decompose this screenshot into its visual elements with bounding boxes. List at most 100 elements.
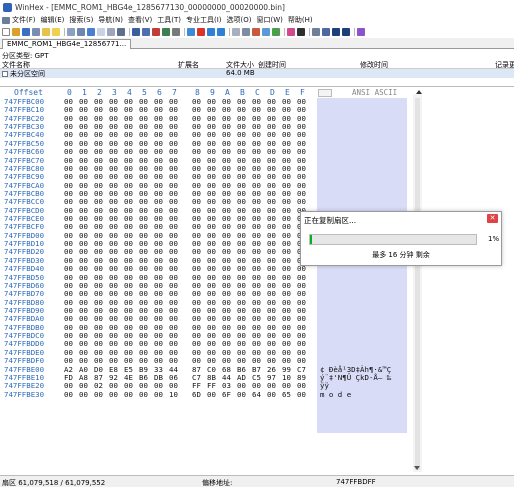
toolbar-separator xyxy=(129,28,130,36)
hash-icon[interactable] xyxy=(262,28,270,36)
navigate-next-icon[interactable] xyxy=(342,28,350,36)
hex-byte[interactable]: 00 xyxy=(267,390,276,399)
toolbar-separator xyxy=(184,28,185,36)
script-icon[interactable] xyxy=(297,28,305,36)
ansi-header: ANSI ASCII xyxy=(352,88,398,97)
progress-fill xyxy=(310,235,312,244)
title-bar: WinHex - [EMMC_ROM1_HBG4e_1285677130_000… xyxy=(0,0,514,14)
find-next-icon[interactable] xyxy=(172,28,180,36)
paste-icon[interactable] xyxy=(97,28,105,36)
scroll-down-icon[interactable] xyxy=(414,466,420,470)
forward-arrow-icon[interactable] xyxy=(217,28,225,36)
tab-emmc-rom[interactable]: EMMC_ROM1_HBG4e_12856771... xyxy=(2,39,132,49)
progress-percent: 1% xyxy=(488,235,500,243)
save-icon[interactable] xyxy=(22,28,30,36)
ansi-text[interactable]: ý¨‡'N¶Û ÇkD-Å— ‰ xyxy=(320,373,391,382)
winhex-app-icon xyxy=(3,2,12,12)
goto-sector-icon[interactable] xyxy=(197,28,205,36)
hex-byte[interactable]: 10 xyxy=(169,390,178,399)
unpartitioned-space-label: 未分区空间 xyxy=(10,70,45,78)
undo-icon[interactable] xyxy=(67,28,75,36)
clone-disk-icon[interactable] xyxy=(272,28,280,36)
hex-byte[interactable]: 6F xyxy=(222,390,231,399)
toolbar-separator xyxy=(284,28,285,36)
hex-byte[interactable]: 00 xyxy=(154,390,163,399)
calculator-icon[interactable] xyxy=(252,28,260,36)
toolbar-separator xyxy=(64,28,65,36)
new-file-icon[interactable] xyxy=(2,28,10,36)
file-checkbox-icon[interactable] xyxy=(2,71,8,77)
offset-value: 747FFBDFF xyxy=(336,478,376,486)
vertical-scrollbar[interactable] xyxy=(413,94,422,472)
menu-specialist-tools[interactable]: 专业工具(I) xyxy=(186,15,222,25)
write-icon[interactable] xyxy=(117,28,125,36)
time-remaining: 最多 16 分钟 剩余 xyxy=(372,251,430,259)
dialog-title: 正在复制扇区... xyxy=(304,216,357,225)
menu-help[interactable]: 帮助(H) xyxy=(288,15,313,25)
data-interpreter-icon[interactable] xyxy=(287,28,295,36)
open-folder-icon[interactable] xyxy=(12,28,20,36)
directory-row[interactable]: 未分区空间 64.0 MB xyxy=(0,69,514,78)
menu-window[interactable]: 窗口(W) xyxy=(257,15,283,25)
menu-tools[interactable]: 工具(T) xyxy=(157,15,181,25)
replace-hex-icon[interactable] xyxy=(162,28,170,36)
tab-bar: EMMC_ROM1_HBG4e_12856771... xyxy=(0,38,514,49)
directory-empty-area xyxy=(0,78,514,87)
ansi-text[interactable]: m o d e xyxy=(320,390,351,399)
hex-byte[interactable]: 00 xyxy=(139,390,148,399)
sector-view-icon[interactable] xyxy=(322,28,330,36)
menu-file[interactable]: 文件(F) xyxy=(12,15,36,25)
menu-options[interactable]: 选项(O) xyxy=(227,15,252,25)
hex-byte[interactable]: 00 xyxy=(124,390,133,399)
scrollbar-thumb[interactable] xyxy=(415,98,420,470)
hex-byte[interactable]: 64 xyxy=(252,390,261,399)
toolbar-separator xyxy=(229,28,230,36)
gem-icon[interactable] xyxy=(357,28,365,36)
hex-byte[interactable]: 00 xyxy=(237,390,246,399)
replace-text-icon[interactable] xyxy=(152,28,160,36)
back-arrow-icon[interactable] xyxy=(207,28,215,36)
close-button[interactable]: ✕ xyxy=(487,214,498,223)
menu-search[interactable]: 搜索(S) xyxy=(69,15,93,25)
open-disk-icon[interactable] xyxy=(32,28,40,36)
offset-label: 偏移地址: xyxy=(202,479,233,487)
hex-byte[interactable]: 00 xyxy=(64,390,73,399)
hex-byte[interactable]: 00 xyxy=(109,390,118,399)
clipboard-icon[interactable] xyxy=(107,28,115,36)
sector-status: 扇区 61,079,518 / 61,079,552 xyxy=(2,479,106,487)
bookmark-icon[interactable] xyxy=(52,28,60,36)
hex-byte[interactable]: 65 xyxy=(282,390,291,399)
find-text-icon[interactable] xyxy=(132,28,140,36)
properties-icon[interactable] xyxy=(42,28,50,36)
menu-navigation[interactable]: 导航(N) xyxy=(98,15,123,25)
unpartitioned-size: 64.0 MB xyxy=(226,69,255,77)
copy-icon[interactable] xyxy=(87,28,95,36)
hex-byte[interactable]: 00 xyxy=(94,390,103,399)
toolbar-separator xyxy=(309,28,310,36)
copy-sectors-dialog: 正在复制扇区... ✕ 1% 最多 16 分钟 剩余 xyxy=(300,211,502,266)
disk-icon[interactable] xyxy=(232,28,240,36)
menu-edit[interactable]: 编辑(E) xyxy=(41,15,65,25)
hex-byte[interactable]: 00 xyxy=(297,390,306,399)
hex-editor[interactable]: Offset 0123456789ABCDEF ANSI ASCII 747FF… xyxy=(0,88,514,472)
toolbar xyxy=(0,26,514,38)
hex-byte[interactable]: 00 xyxy=(207,390,216,399)
menu-bar: 文件(F) 编辑(E) 搜索(S) 导航(N) 查看(V) 工具(T) 专业工具… xyxy=(0,14,514,26)
hex-byte[interactable]: 00 xyxy=(79,390,88,399)
system-menu-icon[interactable] xyxy=(2,16,10,24)
hex-byte[interactable]: 6D xyxy=(192,390,201,399)
view-mode-icon[interactable] xyxy=(312,28,320,36)
progress-bar xyxy=(309,234,477,245)
window-title: WinHex - [EMMC_ROM1_HBG4e_1285677130_000… xyxy=(15,2,285,12)
find-hex-icon[interactable] xyxy=(142,28,150,36)
goto-offset-icon[interactable] xyxy=(187,28,195,36)
menu-view[interactable]: 查看(V) xyxy=(128,15,152,25)
ram-icon[interactable] xyxy=(242,28,250,36)
navigate-prev-icon[interactable] xyxy=(332,28,340,36)
ansi-toggle-icon[interactable] xyxy=(318,89,332,97)
row-offset: 747FFBE30 xyxy=(4,389,45,399)
hex-row[interactable]: 747FFBE30 00 00 00 00 00 00 00 10 6D 00 6F 00 64 00 65 0… xyxy=(0,389,514,399)
toolbar-separator xyxy=(354,28,355,36)
directory-header: 文件名称 扩展名 文件大小 创建时间 修改时间 记录更 xyxy=(0,60,514,69)
cut-icon[interactable] xyxy=(77,28,85,36)
